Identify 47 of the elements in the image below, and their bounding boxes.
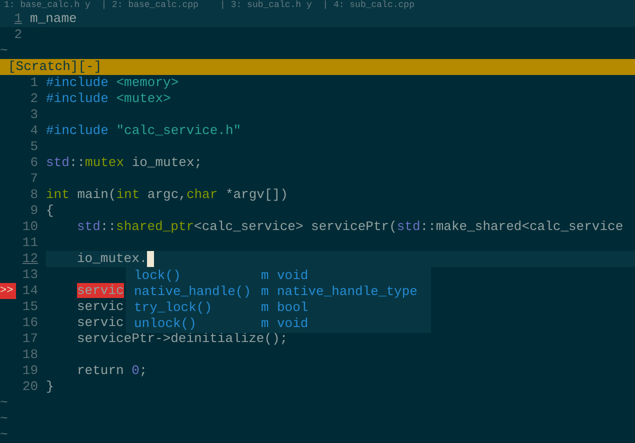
tab-line: 1: base_calc.h y | 2: base_calc.cpp | 3: sub_calc.h y | 4: sub_calc.cpp bbox=[4, 0, 414, 11]
completion-item[interactable]: unlock() m void bbox=[126, 316, 431, 332]
line-number: 18 bbox=[21, 347, 38, 363]
line-number: 17 bbox=[21, 331, 38, 347]
code-line: servicePtr->deinitialize(); bbox=[77, 331, 288, 347]
code-line: m_name bbox=[30, 11, 77, 27]
line-number: 4 bbox=[29, 123, 38, 139]
tilde: ~ bbox=[0, 427, 8, 442]
line-number: 6 bbox=[29, 155, 38, 171]
line-number: 3 bbox=[29, 107, 38, 123]
completion-item[interactable]: lock() m void bbox=[126, 268, 431, 284]
code-line: } bbox=[46, 379, 54, 395]
line-number: 1 bbox=[13, 11, 22, 27]
line-number: 10 bbox=[21, 219, 38, 235]
code-line: #include <mutex> bbox=[46, 91, 171, 107]
code-line: std::shared_ptr<calc_service> servicePtr(std::make_shared<calc_service bbox=[77, 219, 624, 235]
code-line: #include "calc_service.h" bbox=[46, 123, 242, 139]
line-number: 16 bbox=[21, 315, 38, 331]
completion-item[interactable]: native_handle() m native_handle_type bbox=[126, 284, 431, 300]
line-number: 19 bbox=[21, 363, 38, 379]
line-number: 13 bbox=[21, 267, 38, 283]
line-number: 14 bbox=[21, 283, 38, 299]
code-line: servic bbox=[77, 299, 124, 315]
code-line: #include <memory> bbox=[46, 75, 179, 91]
line-number: 7 bbox=[29, 171, 38, 187]
status-bar: [Scratch][-] bbox=[0, 59, 635, 75]
code-line: io_mutex. bbox=[77, 251, 148, 267]
code-line: int main(int argc,char *argv[]) bbox=[46, 187, 288, 203]
line-number: 11 bbox=[21, 235, 38, 251]
code-line: servic bbox=[77, 315, 124, 331]
line-number: 9 bbox=[29, 203, 38, 219]
code-line: std::mutex io_mutex; bbox=[46, 155, 202, 171]
error-sign: >> bbox=[0, 283, 16, 299]
line-number: 5 bbox=[29, 139, 38, 155]
line-number: 15 bbox=[21, 299, 38, 315]
line-number: 2 bbox=[29, 91, 38, 107]
line-number: 1 bbox=[29, 75, 38, 91]
tilde: ~ bbox=[0, 395, 8, 410]
completion-item[interactable]: try_lock() m bool bbox=[126, 300, 431, 316]
line-number: 12 bbox=[21, 251, 38, 267]
line-number: 20 bbox=[21, 379, 38, 395]
line-number: 2 bbox=[13, 27, 22, 43]
tilde: ~ bbox=[0, 43, 8, 58]
line-number: 8 bbox=[29, 187, 38, 203]
tilde: ~ bbox=[0, 411, 8, 426]
code-line: { bbox=[46, 203, 54, 219]
code-line: return 0; bbox=[77, 363, 148, 379]
